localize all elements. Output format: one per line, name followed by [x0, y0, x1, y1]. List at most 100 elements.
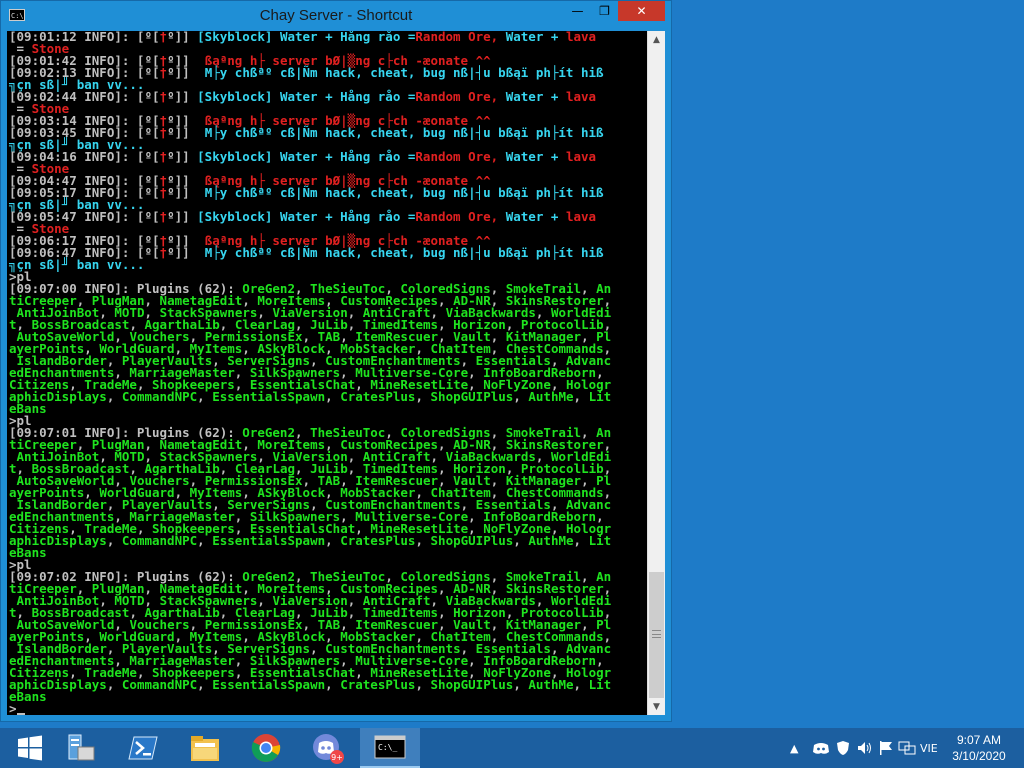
console-text-segment: M├y chßªº cß|Ñm hack, cheat, bug nß|┤u b…	[204, 245, 604, 260]
command-prompt-icon: C:\_	[374, 735, 406, 759]
console-text-segment: ,	[573, 389, 589, 404]
console-text-segment: †	[159, 89, 168, 104]
scroll-down-button[interactable]: ▼	[648, 698, 665, 715]
taskbar: 9+ C:\_ ▲ VIE 9:07 AM 3/10/2020	[0, 728, 1024, 768]
console-text-segment: º]]	[167, 65, 205, 80]
chrome-button[interactable]	[236, 728, 296, 768]
console-output[interactable]: [09:01:12 INFO]: [º[†º]] [Skyblock] Wate…	[7, 31, 647, 715]
console-text-segment: º]]	[167, 245, 205, 260]
console-text-segment: Lit	[588, 389, 612, 404]
file-explorer-button[interactable]	[175, 728, 235, 768]
console-window[interactable]: C:\ Chay Server - Shortcut — ❐ ✕ [09:01:…	[0, 0, 672, 722]
console-text-segment: †	[159, 245, 168, 260]
console-text-segment: CratesPlus	[340, 533, 416, 548]
discord-icon: 9+	[313, 734, 344, 764]
title-bar[interactable]: C:\ Chay Server - Shortcut — ❐ ✕	[1, 1, 671, 31]
console-text-segment: Water +	[505, 31, 566, 44]
powershell-icon	[128, 736, 158, 760]
minimize-button[interactable]: —	[564, 1, 591, 21]
vertical-scrollbar[interactable]: ▲ ▼	[647, 31, 665, 715]
console-line: eBans	[9, 546, 611, 559]
console-text-segment: ,	[106, 533, 122, 548]
powershell-button[interactable]	[113, 728, 173, 768]
chrome-icon	[251, 734, 281, 762]
clock-time: 9:07 AM	[956, 733, 1002, 747]
grip-icon	[652, 630, 661, 638]
scroll-thumb[interactable]	[649, 572, 664, 698]
file-explorer-icon	[191, 736, 219, 761]
volume-icon[interactable]	[856, 728, 874, 768]
console-line: ╗çn sß|╜ ban vv...	[9, 258, 611, 271]
console-text-segment: ,	[415, 677, 431, 692]
server-manager-icon	[68, 734, 95, 761]
console-text-segment: [Skyblock] Water + Hång råo =	[197, 149, 416, 164]
server-manager-button[interactable]	[50, 728, 110, 768]
console-text-segment: ,	[325, 533, 341, 548]
console-text-segment: Lit	[588, 677, 612, 692]
console-text-segment: ShopGUIPlus	[430, 533, 514, 548]
console-text-segment: ,	[415, 533, 431, 548]
console-text-segment: †	[159, 209, 168, 224]
console-text-segment: EssentialsSpawn	[212, 677, 326, 692]
console-text-segment: AuthMe	[528, 677, 574, 692]
console-prompt: >	[9, 701, 17, 715]
console-lines: [09:01:12 INFO]: [º[†º]] [Skyblock] Wate…	[9, 31, 611, 715]
close-button[interactable]: ✕	[618, 1, 665, 21]
console-text-segment: ,	[573, 677, 589, 692]
show-hidden-icons-button[interactable]: ▲	[790, 728, 798, 768]
console-line: eBans	[9, 402, 611, 415]
console-text-segment: †	[159, 185, 168, 200]
console-text-segment: lava	[565, 209, 597, 224]
console-line: [09:05:47 INFO]: [º[†º]] [Skyblock] Wate…	[9, 209, 611, 224]
scroll-up-button[interactable]: ▲	[648, 31, 665, 48]
console-text-segment: Lit	[588, 533, 612, 548]
console-text-segment: lava	[565, 149, 597, 164]
console-text-segment: ,	[197, 389, 213, 404]
language-indicator[interactable]: VIE	[920, 728, 938, 768]
console-text-segment: †	[159, 65, 168, 80]
flag-icon[interactable]	[878, 728, 894, 768]
console-text-segment: lava	[565, 31, 597, 44]
console-text-segment: ,	[325, 389, 341, 404]
console-text-segment: Random Ore,	[415, 149, 506, 164]
console-text-segment: ,	[325, 677, 341, 692]
console-line: aphicDisplays, CommandNPC, EssentialsSpa…	[9, 533, 612, 548]
console-text-segment: CommandNPC	[121, 533, 198, 548]
console-prompt-line[interactable]: >	[9, 701, 611, 715]
console-text-segment: º]]	[167, 89, 198, 104]
console-line: eBans	[9, 690, 611, 703]
discord-badge: 9+	[331, 753, 343, 762]
console-line: [09:04:16 INFO]: [º[†º]] [Skyblock] Wate…	[9, 149, 611, 164]
console-text-segment: EssentialsSpawn	[212, 389, 326, 404]
discord-button[interactable]: 9+	[298, 728, 358, 768]
tray-discord-icon[interactable]	[812, 728, 830, 768]
console-text-segment: M├y chßªº cß|Ñm hack, cheat, bug nß|┤u b…	[204, 125, 604, 140]
network-icon[interactable]	[898, 728, 916, 768]
maximize-button[interactable]: ❐	[591, 1, 618, 21]
clock[interactable]: 9:07 AM 3/10/2020	[944, 732, 1014, 764]
console-text-segment: ,	[106, 677, 122, 692]
console-text-segment: ,	[106, 389, 122, 404]
console-text-segment: Random Ore,	[415, 31, 506, 44]
console-text-segment: ,	[573, 533, 589, 548]
command-prompt-button[interactable]: C:\_	[360, 728, 420, 768]
console-text-segment: [Skyblock] Water + Hång råo =	[197, 31, 416, 44]
chevron-up-icon: ▲	[790, 741, 799, 755]
text-cursor	[16, 713, 25, 715]
console-text-segment: [Skyblock] Water + Hång råo =	[197, 89, 416, 104]
console-text-segment: Water +	[505, 209, 566, 224]
console-text-segment: ,	[197, 533, 213, 548]
console-text-segment: †	[159, 125, 168, 140]
console-text-segment: ,	[197, 677, 213, 692]
console-text-segment: º]]	[167, 149, 198, 164]
console-line: aphicDisplays, CommandNPC, EssentialsSpa…	[9, 677, 612, 692]
console-text-segment: CommandNPC	[121, 389, 198, 404]
console-text-segment: Water +	[505, 149, 566, 164]
console-line: [09:01:12 INFO]: [º[†º]] [Skyblock] Wate…	[9, 31, 611, 43]
console-text-segment: [Skyblock] Water + Hång råo =	[197, 209, 416, 224]
console-text-segment: AuthMe	[528, 533, 574, 548]
console-text-segment: ,	[513, 389, 529, 404]
tray-shield-icon[interactable]	[836, 728, 850, 768]
console-text-segment: Water +	[505, 89, 566, 104]
svg-text:C:\_: C:\_	[378, 743, 397, 752]
